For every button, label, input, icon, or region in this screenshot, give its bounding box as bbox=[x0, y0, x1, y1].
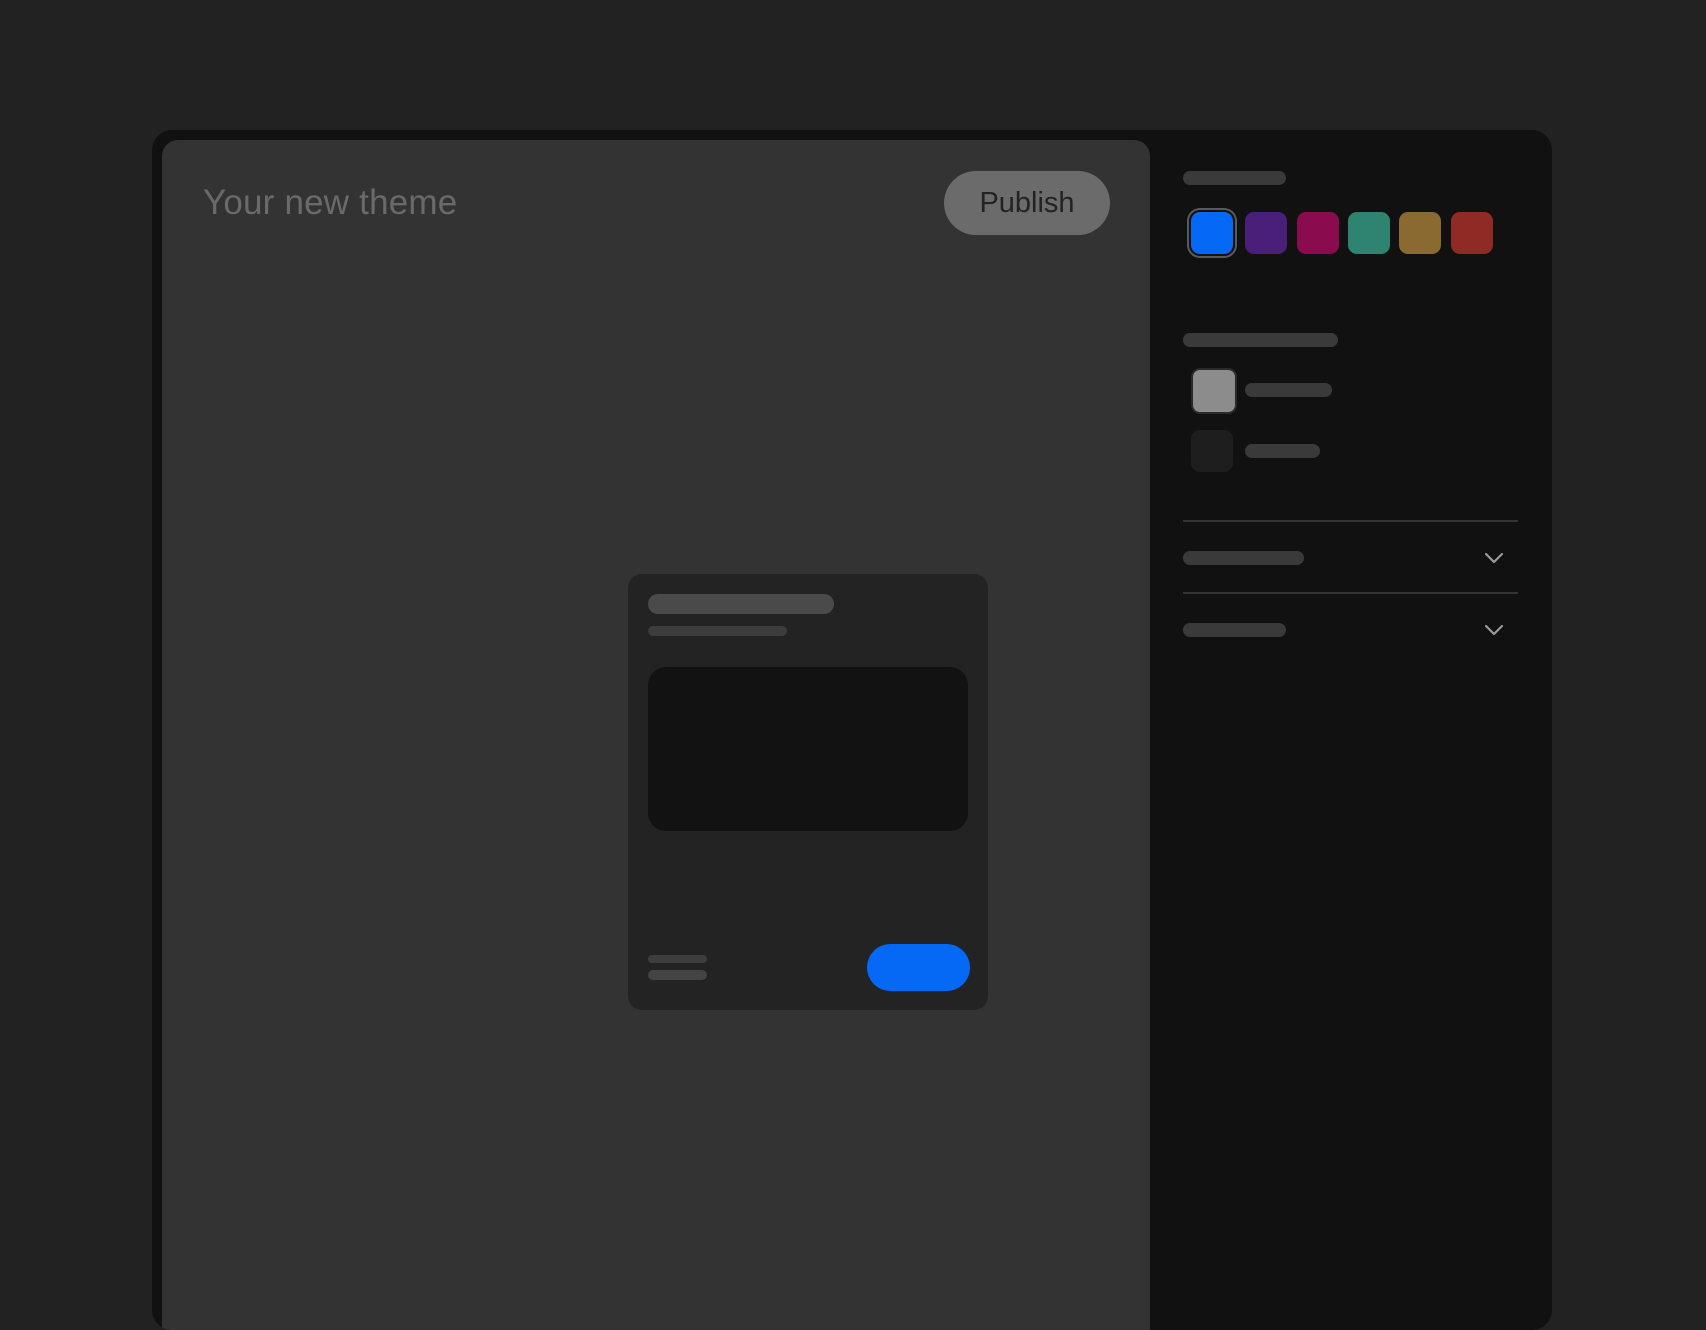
card-media-placeholder bbox=[648, 667, 968, 831]
accordion-row-1[interactable] bbox=[1183, 538, 1518, 578]
accent-color-swatch[interactable] bbox=[1245, 212, 1287, 254]
light-mode-option[interactable] bbox=[1191, 368, 1237, 414]
accent-color-swatch[interactable] bbox=[1399, 212, 1441, 254]
dark-mode-label-placeholder bbox=[1245, 444, 1320, 458]
chevron-down-icon[interactable] bbox=[1482, 618, 1506, 642]
accordion-label-placeholder bbox=[1183, 623, 1286, 637]
card-footer-line-placeholder bbox=[648, 970, 707, 980]
app-window: Your new theme Publish bbox=[152, 130, 1552, 1330]
theme-title[interactable]: Your new theme bbox=[203, 180, 457, 226]
accent-color-swatch[interactable] bbox=[1297, 212, 1339, 254]
accordion-label-placeholder bbox=[1183, 551, 1304, 565]
card-footer-line-placeholder bbox=[648, 955, 707, 963]
theme-settings-panel bbox=[1183, 130, 1552, 1330]
accent-color-swatch[interactable] bbox=[1348, 212, 1390, 254]
mode-section-heading-placeholder bbox=[1183, 333, 1338, 347]
theme-preview-canvas: Your new theme Publish bbox=[162, 140, 1150, 1330]
divider bbox=[1183, 592, 1518, 594]
accordion-row-2[interactable] bbox=[1183, 610, 1518, 650]
chevron-down-icon[interactable] bbox=[1482, 546, 1506, 570]
publish-button[interactable]: Publish bbox=[944, 171, 1110, 235]
accent-section-heading-placeholder bbox=[1183, 171, 1286, 185]
divider bbox=[1183, 520, 1518, 522]
preview-card bbox=[628, 574, 988, 1010]
dark-mode-option[interactable] bbox=[1191, 430, 1233, 472]
accent-color-swatch[interactable] bbox=[1451, 212, 1493, 254]
card-primary-button[interactable] bbox=[867, 944, 970, 991]
card-subtitle-placeholder bbox=[648, 626, 787, 636]
accent-color-swatch[interactable] bbox=[1189, 210, 1235, 256]
light-mode-label-placeholder bbox=[1245, 383, 1332, 397]
card-title-placeholder bbox=[648, 594, 834, 614]
